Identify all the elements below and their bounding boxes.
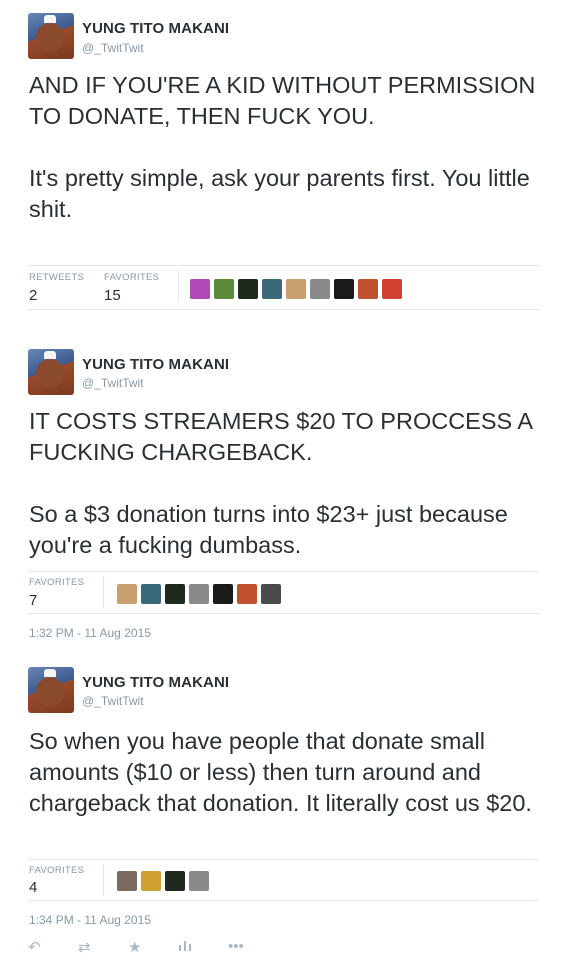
- favoriter-avatar[interactable]: [358, 279, 378, 299]
- favorites-count[interactable]: 15: [104, 287, 121, 304]
- favoriter-avatar[interactable]: [141, 584, 161, 604]
- favorites-count[interactable]: 7: [29, 592, 37, 609]
- favoriter-avatars: [117, 871, 209, 891]
- favoriter-avatar[interactable]: [238, 279, 258, 299]
- user-handle[interactable]: @_TwitTwit: [82, 694, 144, 708]
- favoriter-avatar[interactable]: [261, 584, 281, 604]
- favoriter-avatar[interactable]: [214, 279, 234, 299]
- favorites-label: FAVORITES: [29, 865, 85, 876]
- favoriter-avatar[interactable]: [189, 871, 209, 891]
- favoriter-avatar[interactable]: [262, 279, 282, 299]
- display-name[interactable]: YUNG TITO MAKANI: [82, 674, 229, 691]
- tweet-actions: ↶ ⇄ ★ •••: [28, 938, 278, 956]
- divider: [178, 270, 179, 302]
- user-handle[interactable]: @_TwitTwit: [82, 376, 144, 390]
- favoriter-avatar[interactable]: [286, 279, 306, 299]
- divider: [28, 900, 539, 901]
- tweet-text: IT COSTS STREAMERS $20 TO PROCCESS A FUC…: [29, 408, 532, 558]
- favoriter-avatar[interactable]: [165, 871, 185, 891]
- favoriter-avatar[interactable]: [189, 584, 209, 604]
- avatar[interactable]: [28, 667, 74, 713]
- favorites-label: FAVORITES: [29, 577, 85, 588]
- divider: [28, 613, 539, 614]
- divider: [103, 576, 104, 608]
- favoriter-avatar[interactable]: [213, 584, 233, 604]
- retweets-label: RETWEETS: [29, 272, 85, 283]
- favorites-count[interactable]: 4: [29, 879, 37, 896]
- more-dots-icon[interactable]: •••: [228, 938, 278, 956]
- tweet-text: So when you have people that donate smal…: [29, 728, 532, 816]
- retweet-icon[interactable]: ⇄: [78, 938, 128, 956]
- avatar[interactable]: [28, 349, 74, 395]
- favoriter-avatar[interactable]: [117, 871, 137, 891]
- favoriter-avatars: [117, 584, 281, 604]
- user-handle[interactable]: @_TwitTwit: [82, 41, 144, 55]
- timestamp[interactable]: 1:32 PM - 11 Aug 2015: [29, 626, 151, 640]
- divider: [28, 265, 539, 266]
- divider: [28, 309, 539, 310]
- tweet-text: AND IF YOU'RE A KID WITHOUT PERMISSION T…: [29, 72, 536, 222]
- favoriter-avatar[interactable]: [141, 871, 161, 891]
- timestamp[interactable]: 1:34 PM - 11 Aug 2015: [29, 913, 151, 927]
- favoriter-avatar[interactable]: [310, 279, 330, 299]
- divider: [28, 859, 539, 860]
- retweets-count[interactable]: 2: [29, 287, 37, 304]
- display-name[interactable]: YUNG TITO MAKANI: [82, 356, 229, 373]
- favoriter-avatar[interactable]: [117, 584, 137, 604]
- favoriter-avatars: [190, 279, 402, 299]
- star-icon[interactable]: ★: [128, 938, 178, 956]
- display-name[interactable]: YUNG TITO MAKANI: [82, 20, 229, 37]
- favoriter-avatar[interactable]: [382, 279, 402, 299]
- reply-icon[interactable]: ↶: [28, 938, 78, 956]
- avatar[interactable]: [28, 13, 74, 59]
- favoriter-avatar[interactable]: [237, 584, 257, 604]
- divider: [28, 571, 539, 572]
- favoriter-avatar[interactable]: [165, 584, 185, 604]
- favoriter-avatar[interactable]: [334, 279, 354, 299]
- favoriter-avatar[interactable]: [190, 279, 210, 299]
- divider: [103, 864, 104, 896]
- bar-chart-icon[interactable]: [178, 938, 228, 956]
- favorites-label: FAVORITES: [104, 272, 160, 283]
